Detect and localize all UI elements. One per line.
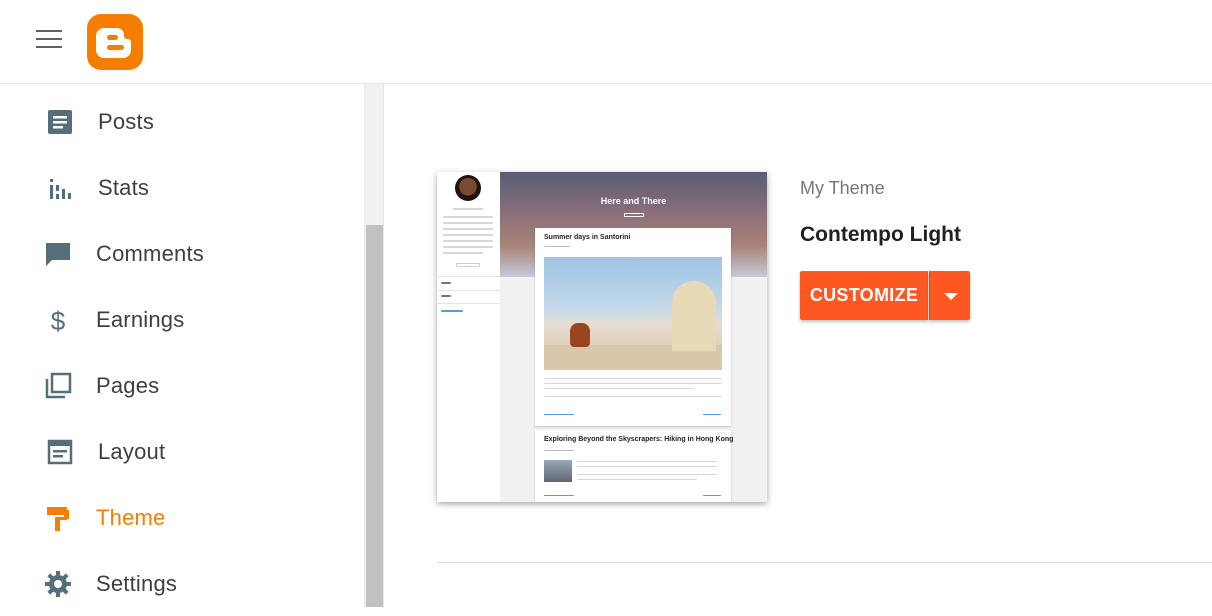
hamburger-menu-icon[interactable] xyxy=(36,30,62,50)
sidebar-item-label: Comments xyxy=(96,241,204,266)
sidebar-item-theme[interactable]: Theme xyxy=(0,484,364,550)
svg-text:$: $ xyxy=(51,306,66,334)
sidebar-item-stats[interactable]: Stats xyxy=(0,154,364,220)
sidebar-item-label: Theme xyxy=(96,505,166,530)
customize-button[interactable]: CUSTOMIZE xyxy=(800,271,928,320)
stats-icon xyxy=(50,179,71,199)
gear-icon xyxy=(45,571,71,597)
chevron-down-icon xyxy=(944,293,958,300)
posts-icon xyxy=(48,110,72,134)
theme-preview-thumbnail[interactable]: Here and There Summer days in Santorini … xyxy=(437,172,767,502)
layout-icon xyxy=(47,439,73,465)
scrollbar-thumb[interactable] xyxy=(366,225,383,607)
sidebar-item-label: Stats xyxy=(98,175,150,200)
customize-dropdown-button[interactable] xyxy=(929,271,970,320)
preview-avatar xyxy=(455,175,481,201)
preview-post-card: Exploring Beyond the Skyscrapers: Hiking… xyxy=(535,430,734,502)
preview-blog-title: Here and There xyxy=(600,196,667,206)
sidebar-item-posts[interactable]: Posts xyxy=(0,88,364,154)
preview-post-card: Summer days in Santorini xyxy=(535,228,731,426)
sidebar-item-earnings[interactable]: $ Earnings xyxy=(0,286,364,352)
section-divider xyxy=(437,562,1212,563)
sidebar-item-pages[interactable]: Pages xyxy=(0,352,364,418)
blogger-logo-icon[interactable] xyxy=(87,14,143,70)
preview-post-image xyxy=(544,257,722,370)
sidebar-item-comments[interactable]: Comments xyxy=(0,220,364,286)
theme-roller-icon xyxy=(47,507,69,531)
sidebar-item-label: Earnings xyxy=(96,307,185,332)
sidebar-item-settings[interactable]: Settings xyxy=(0,550,364,616)
preview-post-title: Summer days in Santorini xyxy=(544,234,631,241)
sidebar-nav: Posts Stats Comments $ Earnings Pages La… xyxy=(0,84,364,607)
pages-icon xyxy=(45,372,72,399)
sidebar-scrollbar[interactable] xyxy=(364,84,384,607)
preview-sidebar xyxy=(437,172,500,502)
my-theme-label: My Theme xyxy=(800,178,885,198)
main-content: Here and There Summer days in Santorini … xyxy=(385,84,1212,607)
dollar-icon: $ xyxy=(51,306,66,334)
preview-post-image xyxy=(544,460,572,482)
sidebar-item-label: Settings xyxy=(96,571,178,596)
top-bar xyxy=(0,0,1212,84)
theme-name: Contempo Light xyxy=(800,223,961,246)
sidebar-item-label: Pages xyxy=(96,373,160,398)
sidebar-item-label: Posts xyxy=(98,109,155,134)
preview-post-title: Exploring Beyond the Skyscrapers: Hiking… xyxy=(544,436,734,443)
comments-icon xyxy=(46,243,70,266)
sidebar-item-label: Layout xyxy=(98,439,166,464)
sidebar-item-layout[interactable]: Layout xyxy=(0,418,364,484)
